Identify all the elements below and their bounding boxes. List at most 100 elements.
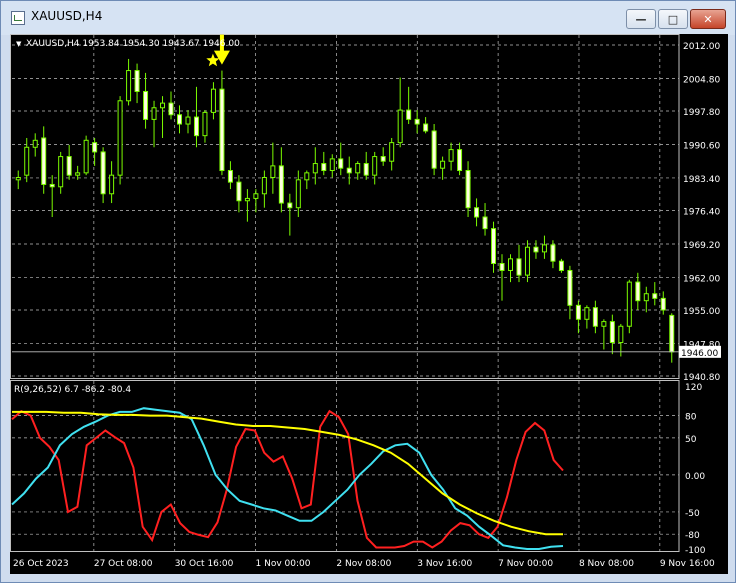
price-y-tick-label: 2004.80: [683, 75, 720, 85]
price-y-tick-label: 1976.40: [683, 208, 720, 218]
chart-canvas[interactable]: 1946.00 2012.00 2004.80 1997.80 1990.60 1983…: [10, 34, 728, 574]
candle-bear: [567, 269, 573, 306]
maximize-button[interactable]: □: [658, 9, 688, 29]
title-bar[interactable]: XAUUSD,H4 — □ ✕: [1, 1, 735, 35]
candle-bear: [592, 307, 598, 327]
candle-bear: [465, 170, 471, 209]
candle-bull: [253, 193, 259, 199]
candle-bull: [151, 107, 157, 120]
candle-bear: [363, 163, 369, 176]
candle-bull: [626, 281, 632, 327]
candle-bear: [346, 167, 352, 174]
candle-bear: [278, 165, 284, 204]
candle-bear: [49, 183, 55, 188]
x-axis-tick-label: 8 Nov 08:00: [579, 559, 634, 569]
price-y-tick-label: 1940.80: [683, 373, 720, 383]
candle-bull: [58, 156, 64, 188]
price-y-tick-label: 1962.00: [683, 274, 720, 284]
candle-bear: [499, 262, 505, 271]
candle-bear: [41, 137, 47, 185]
candle-bull: [160, 102, 166, 109]
candle-bull: [83, 139, 89, 174]
candle-bear: [414, 118, 420, 125]
candle-bull: [210, 88, 216, 113]
candle-bear: [431, 130, 437, 169]
candle-bull: [643, 293, 649, 302]
close-icon: ✕: [703, 12, 713, 26]
candle-bear: [227, 170, 233, 183]
chart-svg: 1946.00 2012.002004.801997.801990.601983…: [10, 34, 721, 569]
indicator-y-tick-label: -100: [685, 546, 706, 556]
candle-bear: [482, 216, 488, 230]
candle-bear: [558, 260, 564, 271]
candle-bull: [524, 246, 530, 276]
candle-bull: [202, 111, 208, 137]
price-info-text: XAUUSD,H4 1953.84 1954.30 1943.67 1946.0…: [26, 39, 240, 49]
candle-bull: [440, 160, 446, 169]
candle-bull: [448, 149, 454, 162]
chart-window-icon: [11, 11, 25, 25]
x-axis-tick-label: 9 Nov 16:00: [660, 559, 715, 569]
candle-bear: [635, 281, 641, 302]
x-axis-tick-label: 3 Nov 16:00: [417, 559, 472, 569]
indicator-y-tick-label: 50: [685, 435, 697, 445]
candle-bull: [329, 158, 335, 172]
candle-bear: [550, 244, 556, 262]
candle-bull: [601, 321, 607, 327]
candle-bull: [304, 172, 310, 181]
indicator-y-tick-label: 120: [685, 383, 702, 393]
candle-bull: [32, 139, 38, 148]
x-axis-tick-label: 7 Nov 00:00: [498, 559, 553, 569]
candle-bear: [380, 156, 386, 162]
chart-window: XAUUSD,H4 — □ ✕ 1946.00 2012.00 2004.80 19…: [0, 0, 736, 583]
candle-bear: [533, 246, 539, 253]
indicator-line-cyan: [11, 407, 564, 550]
candle-bear: [406, 109, 412, 120]
candle-bull: [185, 116, 191, 125]
candle-bear: [516, 258, 522, 276]
candle-bull: [244, 197, 250, 202]
candle-bear: [92, 142, 98, 153]
candle-bull: [24, 146, 30, 176]
candle-bear: [669, 314, 675, 353]
x-axis-tick-label: 1 Nov 00:00: [256, 559, 311, 569]
candle-bull: [109, 174, 115, 195]
candle-bear: [143, 90, 149, 120]
indicator-y-tick-label: -50: [685, 509, 700, 519]
candle-bull: [126, 70, 132, 102]
candle-bear: [134, 70, 140, 92]
candle-bear: [100, 151, 106, 195]
candle-bull: [270, 165, 276, 178]
price-y-tick-label: 1983.40: [683, 175, 720, 185]
x-axis-tick-label: 26 Oct 2023: [13, 559, 69, 569]
price-y-tick-label: 1947.80: [683, 340, 720, 350]
minimize-button[interactable]: —: [626, 9, 656, 29]
candle-bear: [193, 116, 199, 137]
x-axis-tick-label: 30 Oct 16:00: [175, 559, 234, 569]
candle-bull: [541, 244, 547, 253]
candle-bear: [660, 297, 666, 311]
candle-bull: [397, 109, 403, 144]
candle-bear: [652, 293, 658, 299]
x-axis-tick-label: 2 Nov 08:00: [336, 559, 391, 569]
indicator-y-tick-label: 80: [685, 413, 697, 423]
candle-bear: [609, 321, 615, 344]
maximize-icon: □: [667, 12, 679, 26]
candle-bear: [168, 102, 174, 116]
candle-bear: [177, 114, 182, 125]
candle-bear: [66, 156, 72, 176]
candle-bull: [117, 100, 123, 176]
info-dropdown-icon: ▼: [16, 40, 22, 48]
candle-bull: [389, 142, 395, 162]
indicator-y-tick-label: 0.00: [685, 472, 705, 482]
candle-bear: [423, 123, 429, 132]
candle-bear: [457, 149, 463, 172]
candle-bear: [219, 88, 225, 172]
candle-bull: [261, 176, 267, 195]
candle-bear: [338, 158, 344, 169]
close-button[interactable]: ✕: [690, 9, 726, 29]
candle-bull: [584, 307, 590, 320]
price-y-tick-label: 1969.20: [683, 241, 720, 251]
candle-bear: [287, 202, 293, 209]
candle-bear: [575, 304, 581, 320]
